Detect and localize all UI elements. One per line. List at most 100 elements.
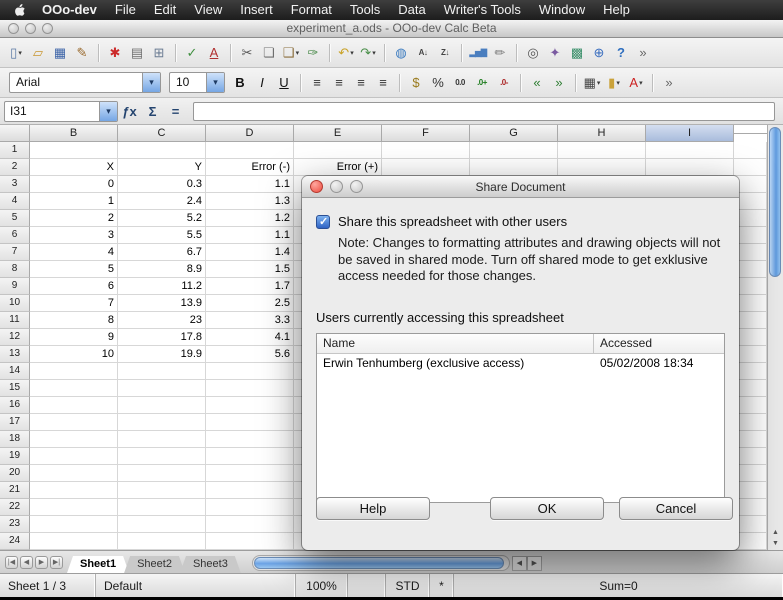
clone-formatting-icon[interactable]: ✑: [303, 42, 323, 63]
cell-F2[interactable]: [382, 159, 470, 176]
users-table-row[interactable]: Erwin Tenhumberg (exclusive access) 05/0…: [317, 354, 724, 372]
row-header-2[interactable]: 2: [0, 159, 30, 176]
font-size-dropdown-icon[interactable]: [206, 73, 224, 92]
row-header-22[interactable]: 22: [0, 499, 30, 516]
cell-B22[interactable]: [30, 499, 118, 516]
borders-icon[interactable]: ▦▾: [582, 72, 602, 93]
format-currency-icon[interactable]: $: [406, 72, 426, 93]
cell-C15[interactable]: [118, 380, 206, 397]
menu-ooo-dev[interactable]: OOo-dev: [33, 0, 106, 20]
last-sheet-button[interactable]: ▶|: [50, 556, 63, 569]
column-header-I[interactable]: I: [646, 125, 734, 142]
cell-B3[interactable]: 0: [30, 176, 118, 193]
function-wizard-button[interactable]: ƒx: [119, 101, 140, 121]
window-close-button[interactable]: [8, 23, 19, 34]
window-zoom-button[interactable]: [42, 23, 53, 34]
cell-D17[interactable]: [206, 414, 294, 431]
cell-partial-2[interactable]: [734, 159, 767, 176]
cell-C8[interactable]: 8.9: [118, 261, 206, 278]
increase-indent-icon[interactable]: »: [549, 72, 569, 93]
sum-button[interactable]: Σ: [142, 101, 163, 121]
scroll-down-icon[interactable]: ▼: [770, 539, 781, 549]
cell-B2[interactable]: X: [30, 159, 118, 176]
cell-D21[interactable]: [206, 482, 294, 499]
first-sheet-button[interactable]: |◀: [5, 556, 18, 569]
delete-decimal-icon[interactable]: .0-: [494, 72, 514, 93]
cell-D10[interactable]: 2.5: [206, 295, 294, 312]
cell-E1[interactable]: [294, 142, 382, 159]
font-name-select[interactable]: Arial: [9, 72, 161, 93]
column-header-partial[interactable]: [734, 133, 767, 134]
name-box[interactable]: I31: [4, 101, 118, 122]
cell-D9[interactable]: 1.7: [206, 278, 294, 295]
format-standard-icon[interactable]: 0.0: [450, 72, 470, 93]
cell-C19[interactable]: [118, 448, 206, 465]
next-sheet-button[interactable]: ▶: [35, 556, 48, 569]
print-icon[interactable]: ▤: [127, 42, 147, 63]
cell-B24[interactable]: [30, 533, 118, 550]
cell-B21[interactable]: [30, 482, 118, 499]
cell-G2[interactable]: [470, 159, 558, 176]
italic-icon[interactable]: I: [252, 72, 272, 93]
cell-D5[interactable]: 1.2: [206, 210, 294, 227]
window-minimize-button[interactable]: [25, 23, 36, 34]
cell-D2[interactable]: Error (-): [206, 159, 294, 176]
horizontal-scrollbar-thumb[interactable]: [254, 557, 504, 569]
cut-icon[interactable]: ✂: [237, 42, 257, 63]
cell-D1[interactable]: [206, 142, 294, 159]
select-all-corner[interactable]: [0, 125, 30, 142]
menu-window[interactable]: Window: [530, 0, 594, 20]
export-pdf-icon[interactable]: ✱: [105, 42, 125, 63]
column-header-E[interactable]: E: [294, 125, 382, 142]
cell-F1[interactable]: [382, 142, 470, 159]
cell-G1[interactable]: [470, 142, 558, 159]
menu-data[interactable]: Data: [389, 0, 434, 20]
share-checkbox[interactable]: [316, 215, 330, 229]
row-header-11[interactable]: 11: [0, 312, 30, 329]
cell-D14[interactable]: [206, 363, 294, 380]
toolbar-options-icon[interactable]: »: [659, 72, 679, 93]
vertical-scrollbar-thumb[interactable]: [769, 127, 781, 277]
name-box-dropdown-icon[interactable]: [99, 102, 117, 121]
sort-ascending-icon[interactable]: A↓: [413, 42, 433, 63]
menu-help[interactable]: Help: [594, 0, 639, 20]
cell-B5[interactable]: 2: [30, 210, 118, 227]
row-header-3[interactable]: 3: [0, 176, 30, 193]
cell-I1[interactable]: [646, 142, 734, 159]
cell-B20[interactable]: [30, 465, 118, 482]
cell-B12[interactable]: 9: [30, 329, 118, 346]
cell-C18[interactable]: [118, 431, 206, 448]
column-header-G[interactable]: G: [470, 125, 558, 142]
cell-C3[interactable]: 0.3: [118, 176, 206, 193]
row-header-12[interactable]: 12: [0, 329, 30, 346]
cell-C9[interactable]: 11.2: [118, 278, 206, 295]
align-center-icon[interactable]: ≡: [329, 72, 349, 93]
cell-H1[interactable]: [558, 142, 646, 159]
redo-icon[interactable]: ↷▾: [358, 42, 378, 63]
column-header-D[interactable]: D: [206, 125, 294, 142]
cell-D18[interactable]: [206, 431, 294, 448]
previous-sheet-button[interactable]: ◀: [20, 556, 33, 569]
cell-D4[interactable]: 1.3: [206, 193, 294, 210]
column-header-F[interactable]: F: [382, 125, 470, 142]
row-header-18[interactable]: 18: [0, 431, 30, 448]
ok-button[interactable]: OK: [490, 497, 604, 520]
cell-B16[interactable]: [30, 397, 118, 414]
paste-icon[interactable]: ❑▾: [281, 42, 301, 63]
cell-D23[interactable]: [206, 516, 294, 533]
row-header-6[interactable]: 6: [0, 227, 30, 244]
cell-I2[interactable]: [646, 159, 734, 176]
undo-icon[interactable]: ↶▾: [336, 42, 356, 63]
sheet-tab-sheet3[interactable]: Sheet3: [180, 556, 241, 573]
row-header-19[interactable]: 19: [0, 448, 30, 465]
cell-C17[interactable]: [118, 414, 206, 431]
cell-C21[interactable]: [118, 482, 206, 499]
menu-view[interactable]: View: [185, 0, 231, 20]
cell-C2[interactable]: Y: [118, 159, 206, 176]
menu-writer-s-tools[interactable]: Writer's Tools: [435, 0, 530, 20]
menu-format[interactable]: Format: [282, 0, 341, 20]
align-right-icon[interactable]: ≡: [351, 72, 371, 93]
align-left-icon[interactable]: ≡: [307, 72, 327, 93]
cell-B11[interactable]: 8: [30, 312, 118, 329]
cell-D13[interactable]: 5.6: [206, 346, 294, 363]
